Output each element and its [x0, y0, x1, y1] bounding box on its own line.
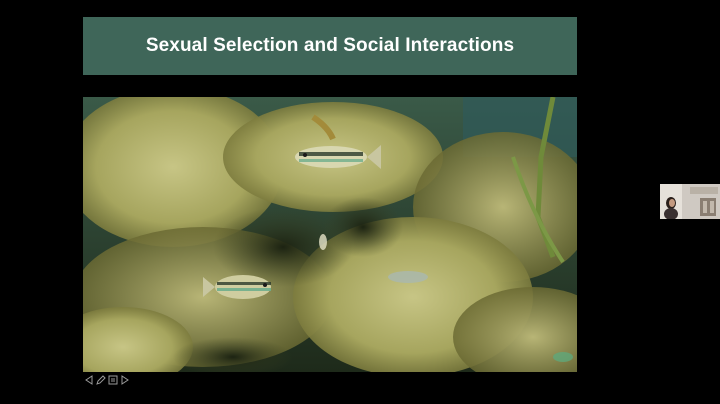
arrow-right-icon[interactable]	[120, 375, 130, 385]
arrow-left-icon[interactable]	[84, 375, 94, 385]
slide-title: Sexual Selection and Social Interactions	[145, 35, 515, 56]
slide-controls	[84, 374, 130, 386]
slide: Sexual Selection and Social Interactions	[83, 17, 577, 387]
menu-icon[interactable]	[108, 375, 118, 385]
presentation-window: Sexual Selection and Social Interactions	[0, 0, 720, 404]
pen-icon[interactable]	[96, 375, 106, 385]
title-bar: Sexual Selection and Social Interactions	[83, 17, 577, 75]
presenter-thumbnail[interactable]	[660, 184, 720, 219]
underwater-photo	[83, 97, 577, 372]
